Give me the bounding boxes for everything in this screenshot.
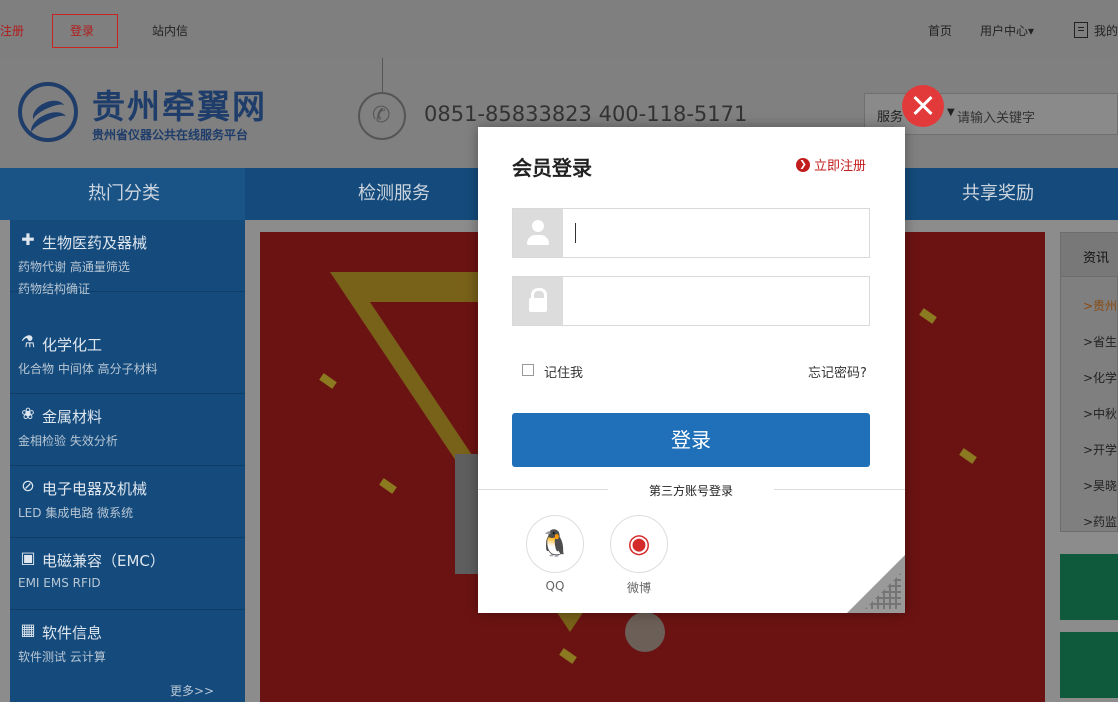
home-link[interactable]: 首页 — [928, 24, 952, 38]
password-field[interactable] — [512, 276, 870, 326]
emc-icon: ▣ — [20, 548, 36, 567]
category-title[interactable]: 化学化工 — [42, 334, 102, 355]
remember-checkbox[interactable] — [522, 364, 534, 376]
category-title[interactable]: 电磁兼容（EMC） — [42, 550, 165, 571]
text-caret — [575, 223, 576, 243]
phone-icon: ✆ — [358, 92, 406, 140]
lock-icon — [513, 277, 563, 325]
category-title[interactable]: 生物医药及器械 — [42, 232, 147, 253]
user-icon — [513, 209, 563, 257]
my-link[interactable]: 我的 — [1094, 24, 1118, 38]
logo-icon[interactable] — [18, 82, 78, 142]
qq-icon: 🐧 — [538, 529, 572, 559]
login-link[interactable]: 登录 — [70, 24, 94, 38]
close-icon[interactable] — [902, 85, 944, 127]
news-panel-header[interactable]: 资讯 — [1061, 233, 1118, 277]
phone-number: 0851-85833823 400-118-5171 — [424, 102, 748, 126]
user-center-menu[interactable]: 用户中心▾ — [980, 24, 1034, 38]
category-title[interactable]: 电子电器及机械 — [42, 478, 147, 499]
confetti — [559, 648, 577, 664]
weibo-label: 微博 — [626, 581, 651, 595]
news-link[interactable]: >贵州 — [1083, 297, 1117, 314]
register-now-link[interactable]: ❯ 立即注册 — [796, 155, 866, 174]
chevron-down-icon[interactable]: ▼ — [947, 107, 955, 118]
qq-label: QQ — [545, 579, 565, 593]
category-item[interactable]: ⚗ 化学化工 化合物 中间体 高分子材料 — [10, 322, 245, 394]
register-link[interactable]: 注册 — [0, 24, 24, 38]
login-button[interactable]: 登录 — [512, 413, 870, 467]
news-link[interactable]: >药监 — [1083, 513, 1117, 530]
remember-label[interactable]: 记住我 — [544, 362, 583, 381]
username-field[interactable] — [512, 208, 870, 258]
category-item[interactable]: ▣ 电磁兼容（EMC） EMI EMS RFID — [10, 538, 245, 610]
top-bar: 注册 登录 站内信 首页 用户中心▾ 我的 — [0, 0, 1118, 58]
news-link[interactable]: >化学 — [1083, 369, 1117, 386]
weibo-icon: ◉ — [627, 529, 651, 559]
category-subs[interactable]: 金相检验 失效分析 — [18, 432, 118, 449]
news-link[interactable]: >昊晓 — [1083, 477, 1117, 494]
news-link[interactable]: >中秋 — [1083, 405, 1117, 422]
category-title[interactable]: 金属材料 — [42, 406, 102, 427]
arrow-right-icon: ❯ — [796, 157, 810, 172]
category-subs[interactable]: LED 集成电路 微系统 — [18, 504, 133, 521]
category-subs[interactable]: EMI EMS RFID — [18, 576, 101, 590]
login-modal: 会员登录 ❯ 立即注册 记住我 忘记密码? 登录 第三方账号登录 🐧 QQ ◉ … — [478, 127, 905, 613]
register-now-label: 立即注册 — [814, 159, 867, 174]
category-sidebar: ✚ 生物医药及器械 药物代谢 高通量筛选 药物结构确证 ⚗ 化学化工 化合物 中… — [10, 220, 245, 702]
plus-circle-icon: ✚ — [21, 230, 35, 249]
third-party-label: 第三方账号登录 — [608, 482, 774, 499]
news-panel: 资讯 >贵州 >省生 >化学 >中秋 >开学 >昊晓 >药监 — [1060, 232, 1118, 532]
news-panel-title: 资讯 — [1083, 251, 1110, 266]
nav-item-testing[interactable]: 检测服务 — [358, 168, 430, 220]
search-input[interactable]: 请输入关键字 — [957, 107, 1035, 126]
forgot-password-link[interactable]: 忘记密码? — [808, 362, 867, 381]
side-widget[interactable] — [1060, 632, 1118, 698]
search-type-select[interactable]: 服务 — [877, 106, 903, 125]
software-icon: ▦ — [20, 620, 36, 639]
nav-item-rewards[interactable]: 共享奖励 — [962, 168, 1034, 220]
hot-categories-tab[interactable]: 热门分类 — [0, 168, 245, 220]
news-link[interactable]: >省生 — [1083, 333, 1117, 350]
modal-title: 会员登录 — [512, 156, 592, 180]
news-link[interactable]: >开学 — [1083, 441, 1117, 458]
metal-icon: ❀ — [21, 404, 35, 423]
category-item[interactable]: ▦ 软件信息 软件测试 云计算 — [10, 610, 245, 682]
side-widget[interactable] — [1060, 554, 1118, 620]
cart-icon[interactable] — [1074, 22, 1088, 38]
confetti — [959, 448, 977, 464]
divider — [382, 58, 383, 92]
weibo-login-button[interactable]: ◉ — [610, 515, 668, 573]
category-item[interactable]: ❀ 金属材料 金相检验 失效分析 — [10, 394, 245, 466]
category-subs[interactable]: 化合物 中间体 高分子材料 — [18, 360, 158, 377]
chip-icon: ⊘ — [21, 476, 35, 495]
more-link[interactable]: 更多>> — [170, 682, 214, 699]
balloon-image — [625, 612, 665, 652]
hot-categories-label: 热门分类 — [88, 183, 160, 204]
logo-subtitle: 贵州省仪器公共在线服务平台 — [92, 128, 249, 142]
category-item[interactable]: ⊘ 电子电器及机械 LED 集成电路 微系统 — [10, 466, 245, 538]
flask-icon: ⚗ — [20, 332, 36, 351]
qq-login-button[interactable]: 🐧 — [526, 515, 584, 573]
messages-link[interactable]: 站内信 — [152, 24, 188, 38]
category-subs[interactable]: 药物结构确证 — [18, 280, 90, 297]
confetti — [919, 308, 937, 324]
category-subs[interactable]: 软件测试 云计算 — [18, 648, 106, 665]
category-title[interactable]: 软件信息 — [42, 622, 102, 643]
logo-title[interactable]: 贵州牵翼网 — [92, 80, 267, 128]
category-item[interactable]: ✚ 生物医药及器械 药物代谢 高通量筛选 药物结构确证 — [10, 220, 245, 296]
category-subs[interactable]: 药物代谢 高通量筛选 — [18, 258, 130, 275]
